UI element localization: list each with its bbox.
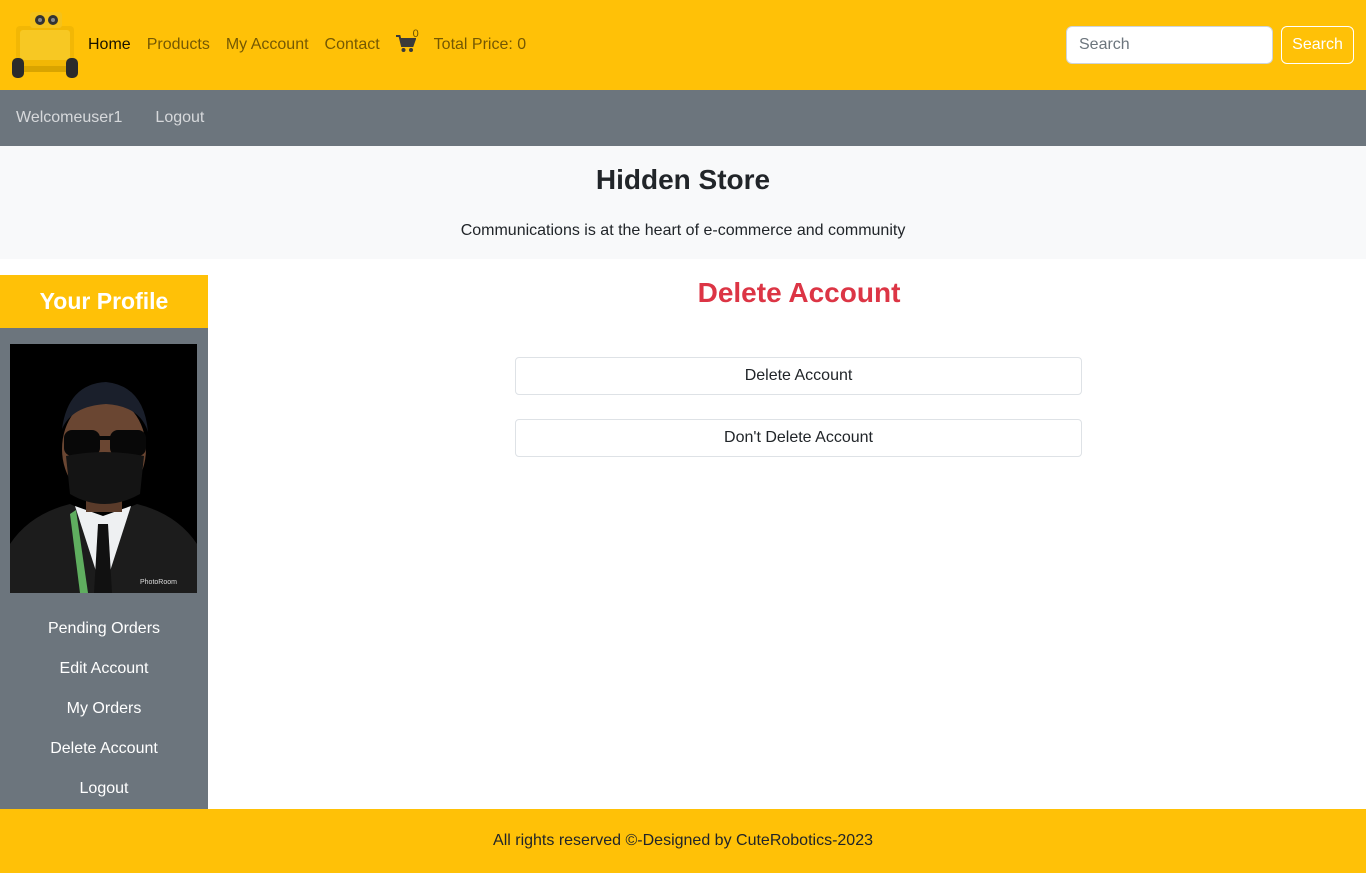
- page-title: Delete Account: [697, 277, 901, 308]
- footer-copyright: All rights reserved ©-Designed by CuteRo…: [493, 832, 873, 849]
- nav-links: Home Products My Account Contact 0 Total…: [88, 0, 526, 90]
- keep-account-button[interactable]: Don't Delete Account: [515, 419, 1082, 457]
- delete-account-button[interactable]: Delete Account: [515, 357, 1082, 395]
- svg-text:PhotoRoom: PhotoRoom: [140, 579, 177, 586]
- nav-link-home[interactable]: Home: [88, 36, 131, 54]
- store-title: Hidden Store: [595, 164, 771, 195]
- footer: All rights reserved ©-Designed by CuteRo…: [0, 809, 1366, 873]
- sidebar-item-delete-account[interactable]: Delete Account: [0, 740, 208, 758]
- store-subtitle: Communications is at the heart of e-comm…: [460, 222, 906, 239]
- nav-link-contact[interactable]: Contact: [325, 36, 380, 54]
- robot-logo-icon[interactable]: [10, 10, 82, 82]
- user-subnav: Welcomeuser1 Logout: [0, 90, 1366, 146]
- logout-link[interactable]: Logout: [155, 109, 204, 127]
- profile-avatar: PhotoRoom: [10, 344, 197, 593]
- search-button[interactable]: Search: [1281, 26, 1354, 64]
- profile-sidebar: Your Profile PhotoRoom Pending Orders Ed…: [0, 275, 208, 809]
- sidebar-item-my-orders[interactable]: My Orders: [0, 700, 208, 718]
- hero-banner: Hidden Store Communications is at the he…: [0, 146, 1366, 259]
- total-price: Total Price: 0: [433, 36, 527, 53]
- sidebar-item-pending-orders[interactable]: Pending Orders: [0, 620, 208, 638]
- welcome-user-link[interactable]: Welcomeuser1: [16, 109, 122, 127]
- sidebar-item-edit-account[interactable]: Edit Account: [0, 660, 208, 678]
- shopping-cart-icon[interactable]: 0: [395, 28, 419, 55]
- sidebar-header: Your Profile: [0, 275, 208, 328]
- nav-link-products[interactable]: Products: [147, 36, 210, 54]
- cart-count-badge: 0: [412, 28, 419, 40]
- nav-link-my-account[interactable]: My Account: [226, 36, 309, 54]
- sidebar-item-logout[interactable]: Logout: [0, 780, 208, 798]
- search-input[interactable]: [1066, 26, 1273, 64]
- top-navbar: Home Products My Account Contact 0 Total…: [0, 0, 1366, 90]
